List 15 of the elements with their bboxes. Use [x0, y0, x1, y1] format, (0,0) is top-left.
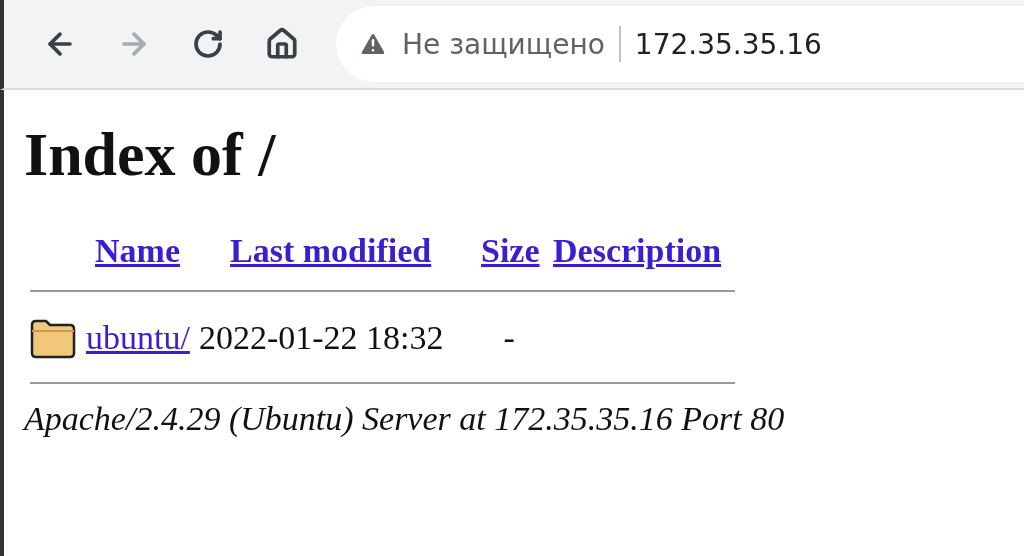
home-icon	[265, 27, 299, 61]
column-header-link[interactable]: Name	[95, 232, 180, 270]
column-header-link[interactable]: Description	[553, 232, 722, 270]
reload-icon	[192, 28, 224, 60]
file-size: -	[503, 319, 515, 357]
url-text: 172.35.35.16	[634, 27, 822, 61]
column-header-link[interactable]: Size	[481, 232, 540, 270]
modified-date: 2022-01-22 18:32	[198, 319, 444, 357]
address-bar[interactable]: Не защищено 172.35.35.16	[336, 6, 1024, 82]
page-title: Index of /	[24, 119, 276, 190]
column-header-link[interactable]: Last modified	[230, 232, 432, 270]
security-label: Не защищено	[402, 27, 605, 61]
folder-icon	[30, 317, 76, 359]
file-link[interactable]: ubuntu/	[86, 319, 190, 357]
server-signature: Apache/2.4.29 (Ubuntu) Server at 172.35.35.16 Port 80	[24, 400, 785, 438]
